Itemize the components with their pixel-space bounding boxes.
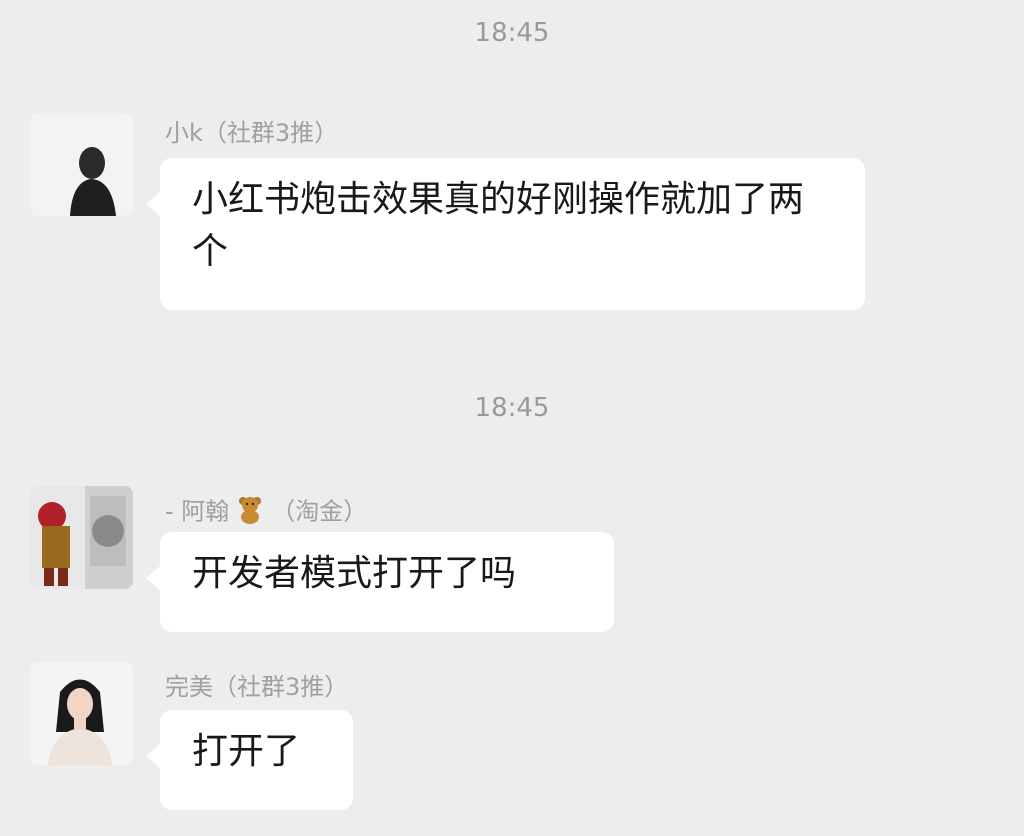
- message-bubble[interactable]: 小红书炮击效果真的好刚操作就加了两个: [146, 158, 865, 310]
- sender-name-suffix: （淘金）: [271, 497, 368, 526]
- timestamp: 18:45: [474, 18, 550, 48]
- girl-portrait-icon: [30, 662, 133, 765]
- sender-name: 完美（社群3推）: [165, 673, 349, 701]
- sender-name-prefix: - 阿翰: [165, 497, 230, 526]
- sender-name: 小k（社群3推）: [165, 119, 339, 147]
- avatar[interactable]: [30, 662, 133, 765]
- message-bubble[interactable]: 打开了: [146, 710, 353, 810]
- message-bubble[interactable]: 开发者模式打开了吗: [146, 532, 614, 632]
- teddy-bear-icon: [235, 494, 265, 531]
- figure-collage-icon: [30, 486, 133, 589]
- avatar[interactable]: [30, 113, 133, 216]
- sender-name: - 阿翰 （淘金）: [165, 494, 367, 531]
- person-silhouette-icon: [30, 113, 133, 216]
- timestamp: 18:45: [474, 393, 550, 423]
- avatar[interactable]: [30, 486, 133, 589]
